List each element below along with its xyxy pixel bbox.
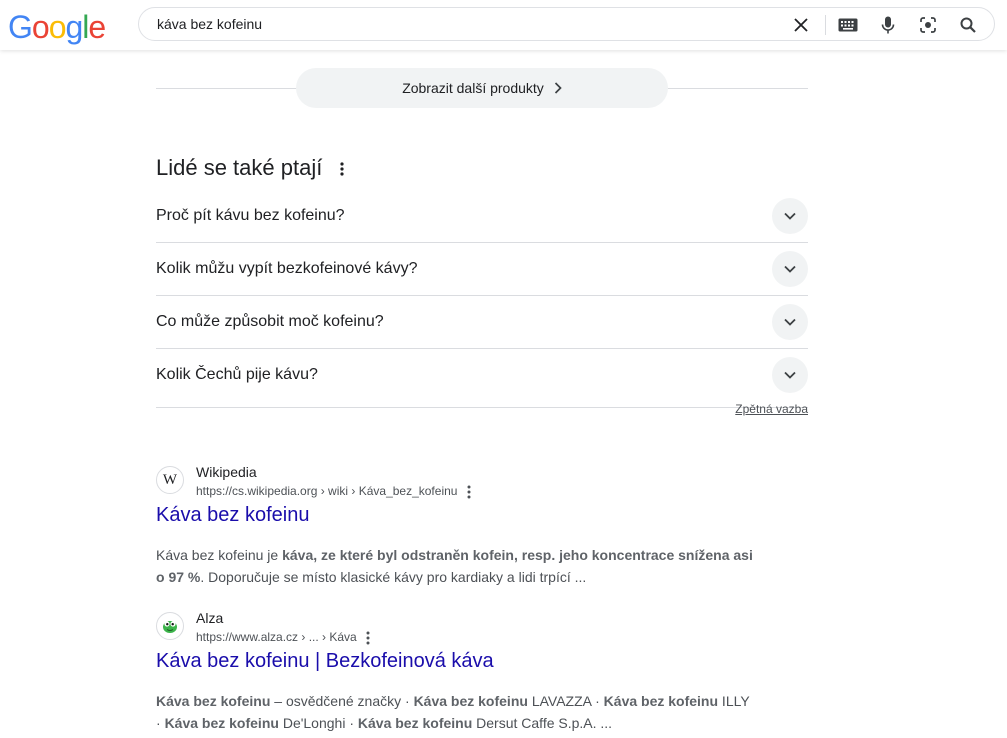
- chevron-right-icon: [554, 82, 562, 94]
- result-url[interactable]: https://www.alza.cz › ... › Káva: [196, 630, 378, 645]
- result-url-text: https://cs.wikipedia.org › wiki › Káva_b…: [196, 484, 458, 498]
- paa-heading: Lidé se také ptají: [156, 155, 323, 180]
- snippet-highlight: Káva bez kofeinu: [164, 715, 279, 731]
- result-title-link[interactable]: Káva bez kofeinu: [156, 504, 309, 527]
- logo-letter: o: [31, 9, 50, 45]
- paa-question-text: Kolik Čechů pije kávu?: [156, 366, 318, 383]
- logo-letter: o: [48, 9, 67, 45]
- snippet-text: De'Longhi ·: [278, 715, 358, 731]
- search-box[interactable]: [138, 7, 995, 41]
- search-header: Google: [0, 0, 1007, 50]
- chevron-down-icon[interactable]: [772, 198, 808, 234]
- more-options-icon[interactable]: [366, 631, 378, 645]
- paa-question[interactable]: Proč pít kávu bez kofeinu?: [156, 189, 808, 243]
- logo-letter: e: [88, 9, 106, 45]
- lens-icon[interactable]: [916, 13, 940, 37]
- result-url-text: https://www.alza.cz › ... › Káva: [196, 630, 357, 644]
- chevron-down-icon[interactable]: [772, 251, 808, 287]
- paa-question[interactable]: Kolik můžu vypít bezkofeinové kávy?: [156, 242, 808, 296]
- microphone-icon[interactable]: [876, 13, 900, 37]
- result-site-name: Alza: [196, 610, 224, 626]
- more-options-icon[interactable]: [467, 485, 479, 499]
- snippet-text: LAVAZZA ·: [527, 693, 604, 709]
- chevron-down-icon[interactable]: [772, 357, 808, 393]
- paa-question-text: Kolik můžu vypít bezkofeinové kávy?: [156, 260, 418, 277]
- google-logo[interactable]: Google: [8, 9, 106, 45]
- snippet-text: . Doporučuje se místo klasické kávy pro …: [200, 569, 587, 585]
- snippet-text: Káva bez kofeinu je: [156, 547, 283, 563]
- result-site-name: Wikipedia: [196, 464, 257, 480]
- search-input[interactable]: [157, 14, 777, 34]
- paa-question-text: Proč pít kávu bez kofeinu?: [156, 207, 345, 224]
- show-more-products-label: Zobrazit další produkty: [402, 80, 544, 96]
- searchbox-divider: [825, 15, 826, 35]
- more-options-icon[interactable]: [334, 159, 350, 179]
- snippet-highlight: Káva bez kofeinu: [357, 715, 473, 731]
- paa-question-text: Co může způsobit moč kofeinu?: [156, 313, 384, 330]
- logo-letter: G: [8, 9, 33, 45]
- paa-question[interactable]: Kolik Čechů pije kávu?: [156, 348, 808, 408]
- result-title-link[interactable]: Káva bez kofeinu | Bezkofeinová káva: [156, 650, 494, 673]
- result-snippet: Káva bez kofeinu je káva, ze které byl o…: [156, 544, 756, 588]
- snippet-highlight: Káva bez kofeinu: [413, 693, 528, 709]
- snippet-text: Dersut Caffe S.p.A. ...: [472, 715, 613, 731]
- snippet-text: – osvědčené značky ·: [270, 693, 414, 709]
- clear-icon[interactable]: [789, 13, 813, 37]
- chevron-down-icon[interactable]: [772, 304, 808, 340]
- snippet-highlight: Káva bez kofeinu: [603, 693, 719, 709]
- keyboard-icon[interactable]: [836, 13, 860, 37]
- snippet-highlight: Káva bez kofeinu: [156, 693, 271, 709]
- logo-letter: g: [65, 9, 83, 45]
- feedback-link[interactable]: Zpětná vazba: [735, 402, 808, 416]
- show-more-products-button[interactable]: Zobrazit další produkty: [296, 68, 668, 108]
- search-icon[interactable]: [956, 13, 980, 37]
- alza-alien-favicon-icon: [156, 612, 184, 640]
- result-snippet: Káva bez kofeinu – osvědčené značky · Ká…: [156, 690, 756, 734]
- wikipedia-favicon-icon: W: [156, 466, 184, 494]
- result-url[interactable]: https://cs.wikipedia.org › wiki › Káva_b…: [196, 484, 479, 499]
- paa-question[interactable]: Co může způsobit moč kofeinu?: [156, 295, 808, 349]
